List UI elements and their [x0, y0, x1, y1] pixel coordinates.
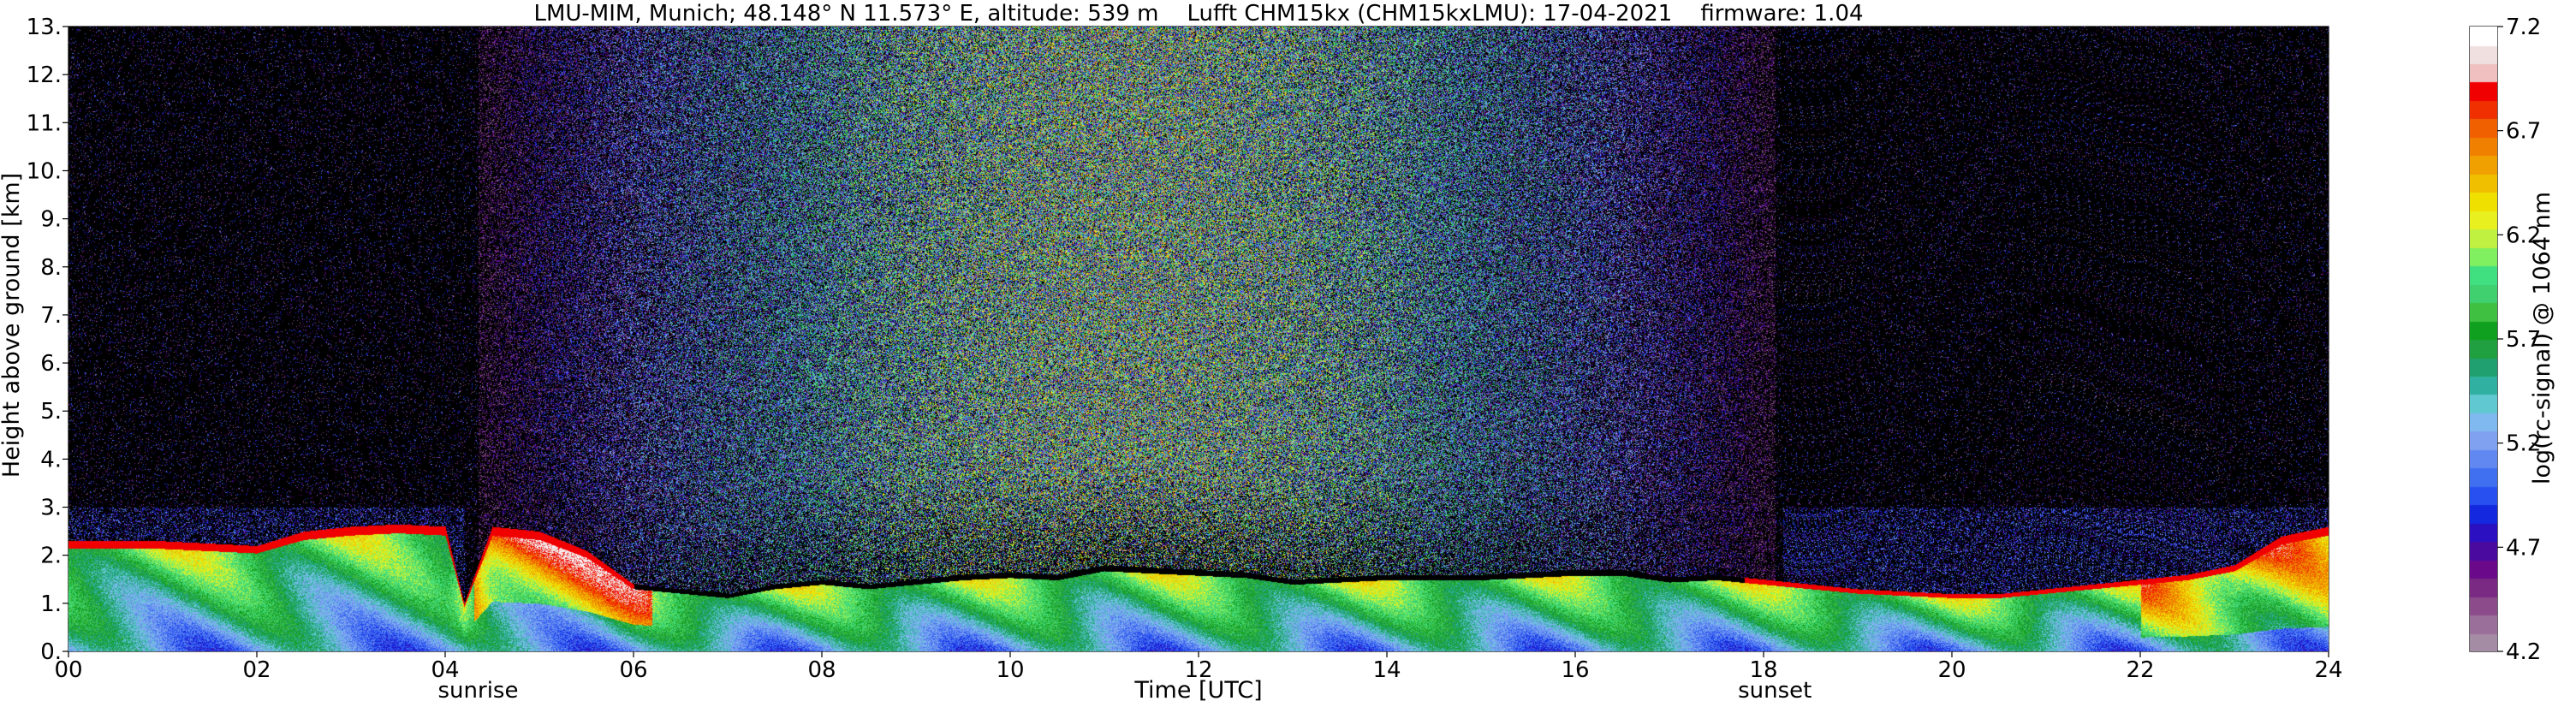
- y-tick-label: 9.: [40, 207, 62, 233]
- y-tick-label: 13.: [27, 15, 62, 40]
- backscatter-heatmap: [68, 27, 2329, 651]
- y-tick-label: 8.: [40, 255, 62, 281]
- x-tick-label: 16: [1561, 657, 1589, 683]
- x-tick-label: 06: [619, 657, 647, 683]
- x-tick-label: 22: [2126, 657, 2154, 683]
- y-axis-ticks: 0. 1. 2. 3. 4. 5. 6. 7. 8. 9. 10. 11. 12. 13.: [27, 15, 68, 665]
- colorbar-tick-label: 6.7: [2506, 119, 2541, 145]
- chart-title: LMU-MIM, Munich; 48.148° N 11.573° E, al…: [533, 1, 1863, 27]
- colorbar: [2470, 27, 2497, 651]
- x-tick-label: 20: [1937, 657, 1966, 683]
- x-tick-label: 08: [807, 657, 836, 683]
- y-tick-label: 4.: [40, 447, 62, 472]
- colorbar-tick-label: 4.7: [2506, 535, 2541, 561]
- y-tick-label: 2.: [40, 544, 62, 569]
- y-tick-label: 12.: [27, 62, 62, 88]
- y-tick-label: 3.: [40, 496, 62, 521]
- y-tick-label: 6.: [40, 351, 62, 377]
- y-tick-label: 5.: [40, 399, 62, 425]
- colorbar-label: log(rc-signal) @ 1064 nm: [2529, 192, 2555, 484]
- y-tick-label: 7.: [40, 303, 62, 329]
- y-tick-label: 10.: [27, 158, 62, 184]
- colorbar-tick-label: 4.2: [2506, 639, 2541, 665]
- x-tick-label: 14: [1372, 657, 1401, 683]
- x-tick-label: 10: [996, 657, 1024, 683]
- y-tick-label: 1.: [40, 591, 62, 617]
- colorbar-tick-label: 7.2: [2506, 15, 2541, 40]
- y-tick-label: 0.: [40, 639, 62, 665]
- x-tick-label: 24: [2314, 657, 2342, 683]
- sunrise-label: sunrise: [438, 678, 519, 704]
- x-axis-label: Time [UTC]: [1133, 677, 1262, 704]
- y-axis-label: Height above ground [km]: [0, 173, 25, 478]
- x-tick-label: 02: [242, 657, 271, 683]
- sunset-label: sunset: [1738, 678, 1812, 704]
- y-tick-label: 11.: [27, 110, 62, 136]
